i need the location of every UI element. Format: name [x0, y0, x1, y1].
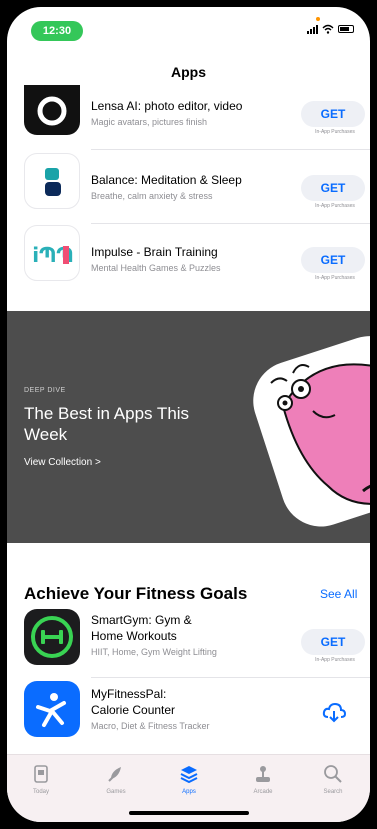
app-subtitle: Magic avatars, pictures finish: [91, 117, 208, 127]
get-button[interactable]: GET: [301, 629, 365, 655]
app-title-line1[interactable]: MyFitnessPal:: [91, 687, 166, 701]
app-subtitle: Mental Health Games & Puzzles: [91, 263, 221, 273]
runner-icon: [36, 693, 66, 727]
status-bar: 12:30: [7, 7, 370, 51]
mic-indicator-dot: [316, 17, 320, 21]
home-indicator[interactable]: [129, 811, 249, 815]
list-item[interactable]: MyFitnessPal: Calorie Counter Macro, Die…: [7, 681, 370, 753]
in-app-purchases-label: In-App Purchases: [315, 203, 355, 209]
app-title[interactable]: Balance: Meditation & Sleep: [91, 173, 242, 187]
tab-search[interactable]: Search: [303, 763, 363, 795]
rocket-icon: [108, 767, 121, 782]
banner-eyebrow: DEEP DIVE: [24, 387, 66, 394]
get-button[interactable]: GET: [301, 175, 365, 201]
creature-illustration: [253, 336, 370, 527]
collection-banner[interactable]: DEEP DIVE The Best in Apps This Week Vie…: [7, 311, 370, 543]
list-item[interactable]: iՊՊ Impulse - Brain Training Mental Heal…: [7, 225, 370, 297]
tab-label: Search: [323, 789, 343, 795]
today-icon: [34, 765, 48, 783]
cloud-download-icon[interactable]: [321, 699, 347, 725]
app-subtitle: HIIT, Home, Gym Weight Lifting: [91, 647, 217, 657]
lensa-app-icon[interactable]: [24, 85, 80, 135]
status-icons: [307, 24, 354, 34]
dumbbell-icon: [31, 616, 73, 658]
app-title-line2[interactable]: Calorie Counter: [91, 703, 175, 717]
list-item[interactable]: Lensa AI: photo editor, video Magic avat…: [7, 85, 370, 157]
signal-icon: [307, 24, 318, 34]
divider: [91, 677, 370, 678]
app-subtitle: Macro, Diet & Fitness Tracker: [91, 721, 210, 731]
in-app-purchases-label: In-App Purchases: [315, 657, 355, 663]
myfitnesspal-app-icon[interactable]: [24, 681, 80, 737]
in-app-purchases-label: In-App Purchases: [315, 129, 355, 135]
balance-logo-icon: [45, 168, 61, 196]
list-item[interactable]: SmartGym: Gym & Home Workouts HIIT, Home…: [7, 609, 370, 681]
section-title: Achieve Your Fitness Goals: [24, 584, 248, 603]
app-title-line1[interactable]: SmartGym: Gym &: [91, 613, 192, 627]
see-all-link[interactable]: See All: [320, 587, 357, 601]
get-button[interactable]: GET: [301, 247, 365, 273]
wifi-icon: [322, 24, 334, 34]
tab-label: Apps: [182, 789, 196, 795]
smartgym-app-icon[interactable]: [24, 609, 80, 665]
ring-icon: [37, 96, 67, 126]
tab-label: Today: [32, 789, 49, 795]
battery-icon: [338, 25, 354, 33]
tab-arcade[interactable]: Arcade: [233, 763, 293, 795]
tab-label: Games: [106, 789, 126, 795]
layers-icon: [180, 766, 198, 784]
status-time[interactable]: 12:30: [31, 21, 83, 41]
app-title-line2[interactable]: Home Workouts: [91, 629, 177, 643]
banner-title[interactable]: The Best in Apps This Week: [24, 403, 214, 445]
app-title[interactable]: Lensa AI: photo editor, video: [91, 99, 242, 113]
list-item[interactable]: Balance: Meditation & Sleep Breathe, cal…: [7, 153, 370, 225]
divider: [91, 223, 370, 224]
impulse-app-icon[interactable]: iՊՊ: [24, 225, 80, 281]
search-icon: [324, 765, 342, 783]
tab-games[interactable]: Games: [86, 763, 146, 795]
in-app-purchases-label: In-App Purchases: [315, 275, 355, 281]
app-title[interactable]: Impulse - Brain Training: [91, 245, 218, 259]
impulse-logo-icon: iՊՊ: [32, 243, 74, 267]
tab-apps[interactable]: Apps: [159, 763, 219, 795]
get-button[interactable]: GET: [301, 101, 365, 127]
divider: [91, 149, 370, 150]
tab-today[interactable]: Today: [11, 763, 71, 795]
balance-app-icon[interactable]: [24, 153, 80, 209]
view-collection-link[interactable]: View Collection >: [24, 457, 101, 468]
app-subtitle: Breathe, calm anxiety & stress: [91, 191, 213, 201]
phone-screen: 12:30 Apps Lensa AI: photo editor, video…: [7, 7, 370, 822]
tab-label: Arcade: [253, 789, 273, 795]
joystick-icon: [256, 766, 270, 782]
